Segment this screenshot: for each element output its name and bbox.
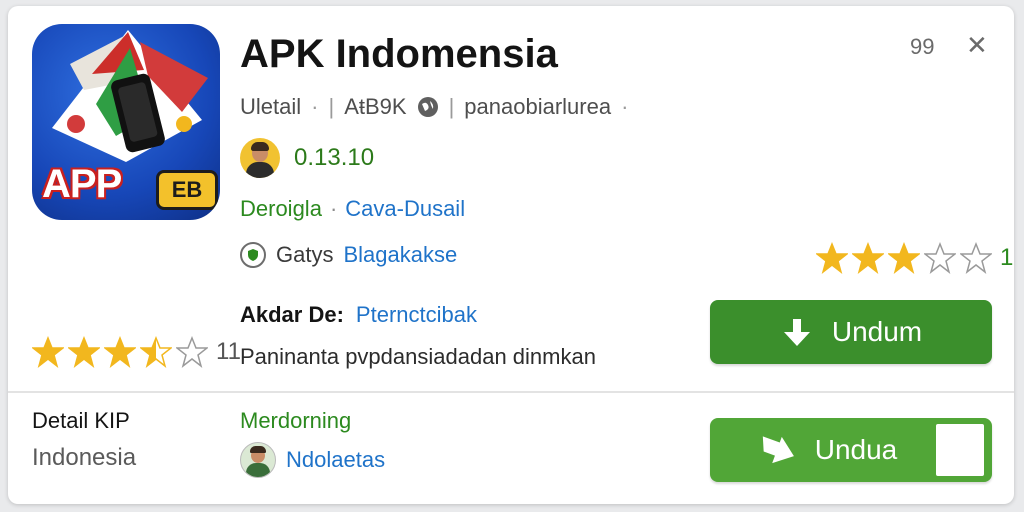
star-icon [176,336,208,368]
publisher-row: Akdar De: Pternctcibak [240,302,477,328]
safety-link[interactable]: Blagakakse [343,242,457,268]
rating-count: 13 [1000,244,1014,271]
close-button[interactable]: ✕ [966,30,988,61]
star-icon [104,336,136,368]
safety-label: Gatys [276,242,334,267]
developer-avatar [240,138,280,178]
app-icon-badge: EB [156,170,218,210]
rating-count: 11 [216,338,241,365]
user-rating: 11 [32,336,241,368]
footer-developer-title: Merdorning [240,408,352,433]
star-icon [140,336,172,368]
footer-avatar [240,442,276,478]
secondary-download-checkbox[interactable] [934,422,986,478]
meta-category: panaobiarlurea [464,94,612,119]
download-icon [762,436,794,464]
meta-separator: | [448,94,455,119]
meta-size: AŧB9K [344,94,407,119]
star-icon [68,336,100,368]
category-link[interactable]: Cava-Dusail [345,196,465,222]
meta-separator: | [328,94,335,119]
footer-developer-link[interactable]: Ndolaetas [286,447,385,473]
star-rating [816,242,992,274]
shield-check-icon [240,242,266,268]
footer-detail-title: Detail KIP [32,408,130,433]
rating-summary: 13 [816,242,1014,274]
star-icon [960,242,992,274]
app-title: APK Indomensia [240,32,558,76]
secondary-download-button[interactable]: Undua [710,418,992,482]
star-icon [816,242,848,274]
section-divider [8,391,1014,393]
footer-developer: Merdorning Ndolaetas [240,408,385,478]
star-icon [924,242,956,274]
version-text: 0.13.10 [294,144,375,171]
developer-separator: · [329,196,338,221]
app-icon[interactable]: APP EB [32,24,220,220]
safety-row: Gatys Blagakakse [240,242,457,268]
app-card: APP EB APK Indomensia 99 ✕ Uletail · | A… [8,6,1014,504]
app-icon-label: APP [42,162,122,206]
version-row: 0.13.10 [240,138,374,178]
options-button[interactable]: 99 [910,34,934,60]
download-icon [783,319,810,346]
star-rating [32,336,208,368]
download-button-label: Undum [831,316,923,347]
meta-separator: · [311,94,319,119]
star-icon [888,242,920,274]
star-icon [32,336,64,368]
app-description: Paninanta pvpdansiadadan dinmkan [240,344,596,369]
meta-detail: Uletail [240,94,302,119]
globe-icon [417,97,438,117]
publisher-label: Akdar De: [240,302,344,327]
meta-separator: · [621,94,629,119]
secondary-download-label: Undua [814,434,898,465]
download-button[interactable]: Undum [710,300,992,364]
developer-row: Deroigla · Cava-Dusail [240,196,465,222]
footer-detail: Detail KIP Indonesia [32,408,136,472]
meta-row: Uletail · | AŧB9K | panaobiarlurea · [240,94,628,120]
publisher-link[interactable]: Pternctcibak [356,302,477,328]
footer-detail-subtitle: Indonesia [32,444,137,471]
star-icon [852,242,884,274]
developer-link[interactable]: Deroigla [240,196,322,222]
